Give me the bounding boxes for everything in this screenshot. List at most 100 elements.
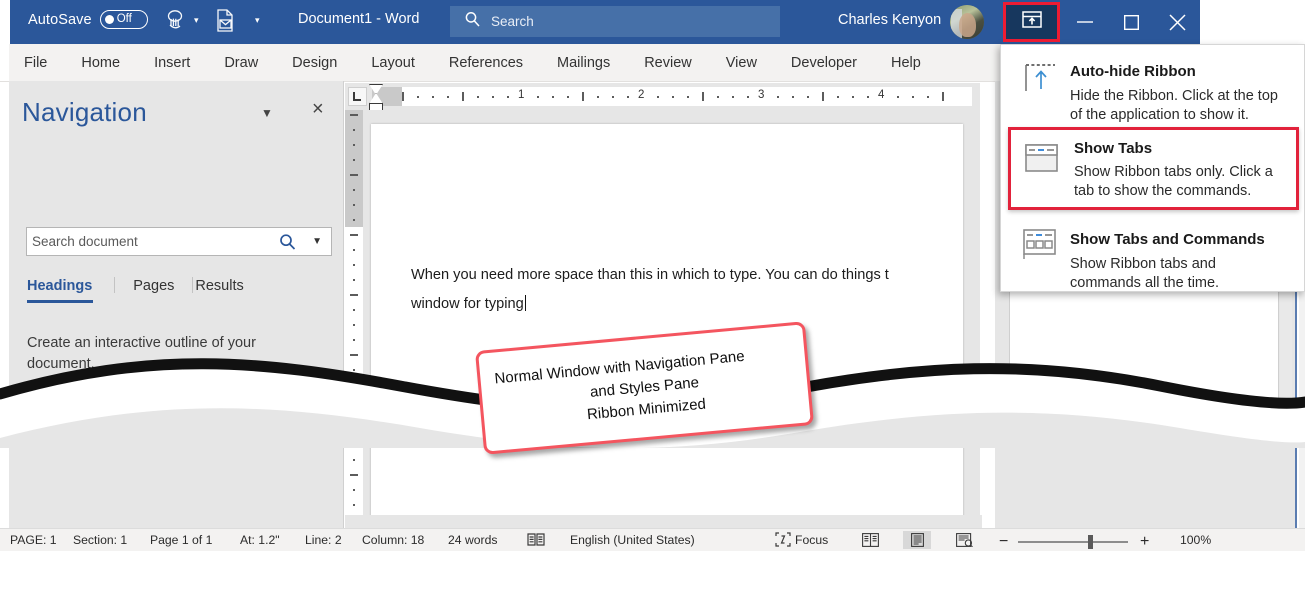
autosave-control[interactable]: AutoSave Off [28,10,148,29]
navigation-pane-close-icon[interactable]: × [312,99,324,119]
status-at[interactable]: At: 1.2" [240,533,280,547]
navigation-help-paragraph-1: Create an interactive outline of your do… [27,335,256,372]
focus-mode-icon[interactable] [775,532,791,550]
vertical-ruler-margin-area [345,110,363,227]
word-window: AutoSave Off ▾ ▾ Document1 - Word Search… [0,0,1305,551]
navigation-search-input[interactable]: Search document ▼ [26,227,332,256]
ruler-number: 4 [878,89,885,101]
zoom-slider-track[interactable] [1018,541,1128,543]
vertical-ruler-tick [350,474,358,476]
vertical-ruler-tick [353,459,355,461]
maximize-button[interactable] [1108,0,1154,44]
ruler-tick [927,96,929,98]
navigation-tab-headings[interactable]: Headings [27,278,114,303]
vertical-ruler-tick [350,294,358,296]
touch-mode-icon[interactable] [164,9,186,38]
ribbon-tab-mailings[interactable]: Mailings [540,44,627,81]
zoom-level[interactable]: 100% [1180,533,1211,547]
ruler-tick [477,96,479,98]
ruler-number: 2 [638,89,645,101]
ruler-number: 3 [758,89,765,101]
vertical-ruler-tick [353,489,355,491]
zoom-slider-thumb[interactable] [1088,535,1093,549]
left-tab-stop-icon[interactable] [348,87,367,106]
ribbon-tab-review[interactable]: Review [627,44,709,81]
tabs-left-edge [0,44,9,81]
vertical-ruler-tick [353,399,355,401]
status-word-count[interactable]: 24 words [448,533,497,547]
ruler-tick [462,92,464,101]
save-to-cloud-icon[interactable] [215,8,236,38]
minimize-button[interactable] [1062,0,1108,44]
vertical-ruler-tick [350,174,358,176]
print-layout-icon[interactable] [903,531,931,549]
ribbon-tab-insert[interactable]: Insert [137,44,207,81]
touch-mode-chevron-down-icon[interactable]: ▾ [194,15,199,26]
ribbon-tab-file[interactable]: File [9,44,64,81]
ruler-tick [447,96,449,98]
ruler-strip[interactable]: 1 2 3 4 [372,87,972,106]
read-mode-icon[interactable] [856,531,884,549]
search-input[interactable]: Search [450,6,780,37]
status-page[interactable]: PAGE: 1 [10,533,57,547]
status-section[interactable]: Section: 1 [73,533,127,547]
document-area: When you need more space than this in wh… [363,110,980,528]
autosave-state: Off [116,12,132,25]
ribbon-tab-design[interactable]: Design [275,44,354,81]
ribbon-tab-developer[interactable]: Developer [774,44,874,81]
ruler-tick [687,96,689,98]
menu-item-title: Show Tabs [1074,140,1153,157]
autosave-toggle[interactable]: Off [99,10,148,29]
vertical-ruler-tick [350,354,358,356]
menu-item-show-tabs[interactable]: Show Tabs Show Ribbon tabs only. Click a… [1008,127,1299,210]
status-page-of[interactable]: Page 1 of 1 [150,533,212,547]
navigation-search-placeholder: Search document [32,234,138,249]
status-column[interactable]: Column: 18 [362,533,424,547]
text-cursor [524,295,526,311]
customize-quick-access-toolbar-icon[interactable]: ▾ [255,15,260,26]
ribbon-tab-home[interactable]: Home [64,44,137,81]
ribbon-display-options-button[interactable] [1003,2,1060,42]
status-focus-label[interactable]: Focus [795,533,828,547]
ruler-tick [822,92,824,101]
vertical-ruler-tick [353,204,355,206]
ruler-tick [492,96,494,98]
ribbon-tab-view[interactable]: View [709,44,774,81]
vertical-ruler-tick [353,249,355,251]
ribbon-tab-list: File Home Insert Draw Design Layout References… [9,44,938,81]
search-icon[interactable] [278,233,297,257]
ruler-tick [852,96,854,98]
auto-hide-ribbon-icon [1021,61,1065,97]
vertical-ruler-tick [353,264,355,266]
ruler-tick [792,96,794,98]
navigation-tab-results[interactable]: Results [195,278,261,297]
status-line[interactable]: Line: 2 [305,533,342,547]
ribbon-tab-draw[interactable]: Draw [207,44,275,81]
proofing-errors-icon[interactable] [527,532,545,550]
document-page[interactable]: When you need more space than this in wh… [371,124,963,524]
navigation-pane-chevron-down-icon[interactable]: ▼ [261,106,273,120]
horizontal-ruler[interactable]: 1 2 3 4 [345,83,980,113]
close-button[interactable] [1154,0,1200,44]
navigation-tab-list: Headings Pages Results [27,277,262,303]
ribbon-display-options-menu: Auto-hide Ribbon Hide the Ribbon. Click … [1000,44,1305,292]
status-language[interactable]: English (United States) [570,533,695,547]
navigation-tab-pages[interactable]: Pages [117,278,192,297]
avatar[interactable] [950,5,984,39]
window-left-edge [0,0,10,44]
horizontal-scrollbar[interactable] [345,515,982,528]
ribbon-tab-references[interactable]: References [432,44,540,81]
account-name[interactable]: Charles Kenyon [838,12,941,28]
vertical-ruler[interactable] [345,110,364,528]
ribbon-tab-layout[interactable]: Layout [354,44,432,81]
ruler-tick [942,92,944,101]
ribbon-tab-help[interactable]: Help [874,44,938,81]
navigation-tab-separator [114,277,116,293]
navigation-search-chevron-down-icon[interactable]: ▼ [312,236,322,247]
vertical-ruler-tick [353,339,355,341]
navigation-pane-title: Navigation [22,97,147,127]
zoom-out-icon[interactable]: − [999,533,1008,551]
web-layout-icon[interactable] [950,531,978,549]
vertical-ruler-tick [353,189,355,191]
zoom-in-icon[interactable]: + [1140,533,1149,551]
